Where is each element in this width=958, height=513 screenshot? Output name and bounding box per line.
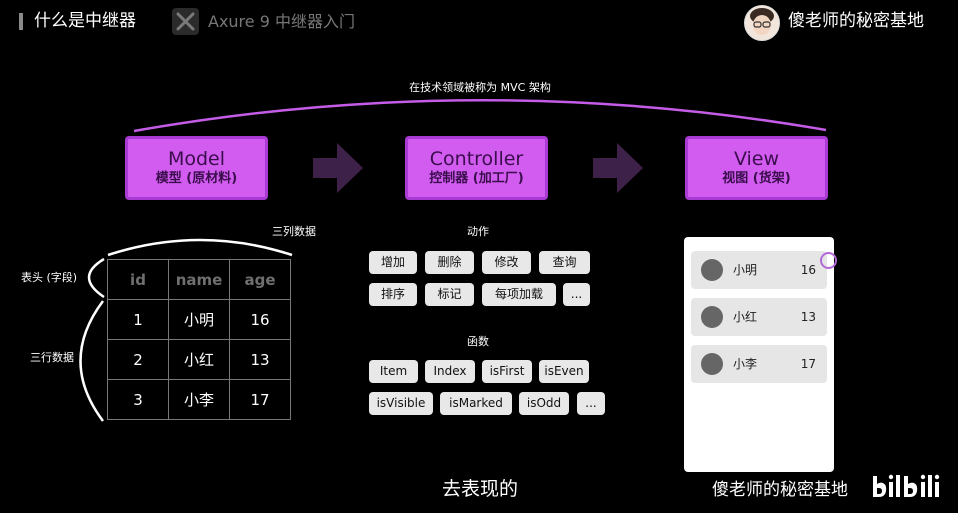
list-item: 小红 13 [691, 298, 827, 336]
list-item: 小李 17 [691, 345, 827, 383]
model-title: Model [167, 148, 226, 170]
action-pill-delete: 删除 [425, 251, 474, 274]
actions-title: 动作 [467, 225, 489, 238]
table-cell: 17 [229, 379, 291, 420]
functions-title: 函数 [467, 335, 489, 348]
table-cell: 1 [107, 299, 169, 340]
table-cell: 13 [229, 339, 291, 380]
function-pill-isfirst: isFirst [482, 360, 532, 383]
view-box: View 视图 (货架) [685, 136, 828, 200]
view-subtitle: 视图 (货架) [722, 171, 791, 186]
function-pill-isvisible: isVisible [369, 392, 433, 415]
action-pill-add: 增加 [369, 251, 417, 274]
action-pill-query: 查询 [539, 251, 590, 274]
list-item-age: 16 [800, 263, 816, 277]
arrow-right-icon [593, 143, 643, 193]
action-pill-edit: 修改 [482, 251, 531, 274]
list-item-name: 小红 [733, 310, 758, 324]
bilibili-logo-icon [873, 474, 940, 497]
table-header-row: id name age [107, 259, 291, 300]
model-subtitle: 模型 (原材料) [155, 171, 238, 186]
controller-subtitle: 控制器 (加工厂) [429, 171, 524, 186]
table-row: 1 小明 16 [107, 299, 291, 340]
model-box: Model 模型 (原材料) [125, 136, 268, 200]
video-subtitle: 去表现的 [441, 478, 518, 500]
action-pill-load: 每项加载 [482, 283, 556, 306]
table-cell: 16 [229, 299, 291, 340]
watermark-text: 傻老师的秘密基地 [712, 480, 848, 500]
avatar-icon [701, 306, 723, 328]
function-pill-isodd: isOdd [519, 392, 569, 415]
table-cell: 小红 [168, 339, 230, 380]
function-pill-item: Item [369, 360, 418, 383]
list-item-name: 小李 [733, 357, 758, 371]
table-header-cell: id [107, 259, 169, 300]
list-item-age: 13 [800, 310, 816, 324]
action-pill-more: ... [563, 283, 590, 306]
function-pill-ismarked: isMarked [440, 392, 512, 415]
list-item-name: 小明 [733, 263, 758, 277]
cursor-highlight-icon [820, 252, 837, 269]
table-header-cell: name [168, 259, 230, 300]
list-item: 小明 16 [691, 251, 827, 289]
data-table: id name age 1 小明 16 2 小红 13 3 小李 17 [107, 259, 291, 420]
action-pill-sort: 排序 [369, 283, 417, 306]
table-cell: 小明 [168, 299, 230, 340]
table-header-cell: age [229, 259, 291, 300]
table-cell: 小李 [168, 379, 230, 420]
avatar-icon [701, 259, 723, 281]
table-row: 2 小红 13 [107, 339, 291, 380]
table-cell: 3 [107, 379, 169, 420]
list-item-age: 17 [800, 357, 816, 371]
view-title: View [733, 148, 780, 170]
action-pill-mark: 标记 [425, 283, 474, 306]
arrow-right-icon [313, 143, 363, 193]
controller-title: Controller [429, 148, 524, 170]
table-row: 3 小李 17 [107, 379, 291, 420]
function-pill-iseven: isEven [539, 360, 589, 383]
function-pill-more: ... [577, 392, 605, 415]
function-pill-index: Index [425, 360, 475, 383]
controller-box: Controller 控制器 (加工厂) [405, 136, 548, 200]
mvc-arc [133, 99, 827, 133]
avatar-icon [701, 353, 723, 375]
table-cell: 2 [107, 339, 169, 380]
